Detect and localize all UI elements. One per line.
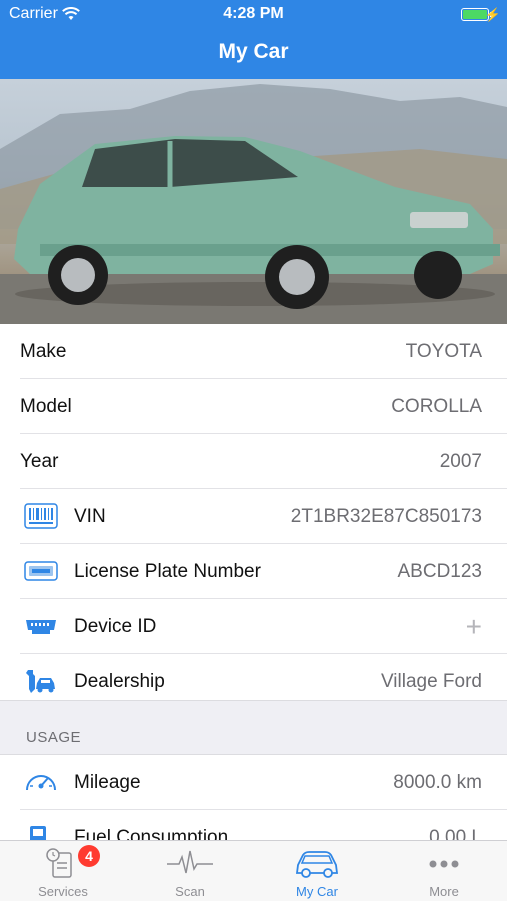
- device-id-row[interactable]: Device ID +: [20, 599, 507, 654]
- make-value: TOYOTA: [405, 341, 482, 362]
- model-value: COROLLA: [391, 396, 482, 417]
- barcode-icon: [24, 503, 58, 529]
- tab-scan-label: Scan: [175, 884, 205, 899]
- charging-icon: ⚡: [484, 7, 501, 22]
- obd-device-icon: [26, 620, 56, 634]
- usage-list: Mileage 8000.0 km Fuel Consumption 0.00 …: [0, 755, 507, 845]
- mileage-label: Mileage: [74, 772, 141, 793]
- tab-more[interactable]: More: [381, 841, 507, 901]
- usage-section-header: USAGE: [0, 700, 507, 755]
- speedometer-icon: [26, 775, 56, 791]
- page-title: My Car: [218, 40, 289, 63]
- status-time: 4:28 PM: [223, 5, 284, 22]
- license-plate-value: ABCD123: [397, 561, 483, 582]
- mileage-row[interactable]: Mileage 8000.0 km: [20, 755, 507, 810]
- model-label: Model: [20, 396, 72, 417]
- year-row: Year 2007: [20, 434, 507, 489]
- services-badge: 4: [78, 845, 100, 867]
- car-icon: [295, 851, 339, 878]
- car-info-list: Make TOYOTA Model COROLLA Year 2007 VIN …: [0, 324, 507, 708]
- make-label: Make: [20, 341, 67, 362]
- wrench-car-icon: [26, 670, 55, 693]
- tab-scan[interactable]: Scan: [127, 841, 253, 901]
- navigation-header: Carrier 4:28 PM ⚡ My Car: [0, 0, 507, 79]
- mileage-value: 8000.0 km: [393, 772, 482, 793]
- tab-services[interactable]: 4 Services: [0, 841, 126, 901]
- vin-row[interactable]: VIN 2T1BR32E87C850173: [20, 489, 507, 544]
- usage-section-title: USAGE: [26, 729, 82, 746]
- tab-services-label: Services: [38, 884, 88, 899]
- dealership-value: Village Ford: [380, 671, 482, 692]
- more-icon: [429, 860, 459, 868]
- add-device-button[interactable]: +: [466, 613, 482, 641]
- tab-my-car-label: My Car: [296, 884, 338, 899]
- tab-more-label: More: [429, 884, 459, 899]
- license-plate-row[interactable]: License Plate Number ABCD123: [20, 544, 507, 599]
- year-value: 2007: [439, 451, 482, 472]
- dealership-label: Dealership: [74, 671, 165, 692]
- license-plate-icon: [24, 561, 58, 581]
- status-bar: Carrier 4:28 PM ⚡: [0, 4, 507, 26]
- car-photo: [0, 79, 507, 324]
- device-id-label: Device ID: [74, 616, 157, 637]
- make-row: Make TOYOTA: [20, 324, 507, 379]
- pulse-icon: [167, 850, 213, 874]
- vin-label: VIN: [74, 506, 106, 527]
- tab-my-car[interactable]: My Car: [254, 841, 380, 901]
- model-row: Model COROLLA: [20, 379, 507, 434]
- services-icon: [46, 848, 72, 878]
- license-plate-label: License Plate Number: [74, 561, 261, 582]
- vin-value: 2T1BR32E87C850173: [290, 506, 482, 527]
- tab-bar: 4 Services Scan My Car More: [0, 840, 507, 901]
- year-label: Year: [20, 451, 59, 472]
